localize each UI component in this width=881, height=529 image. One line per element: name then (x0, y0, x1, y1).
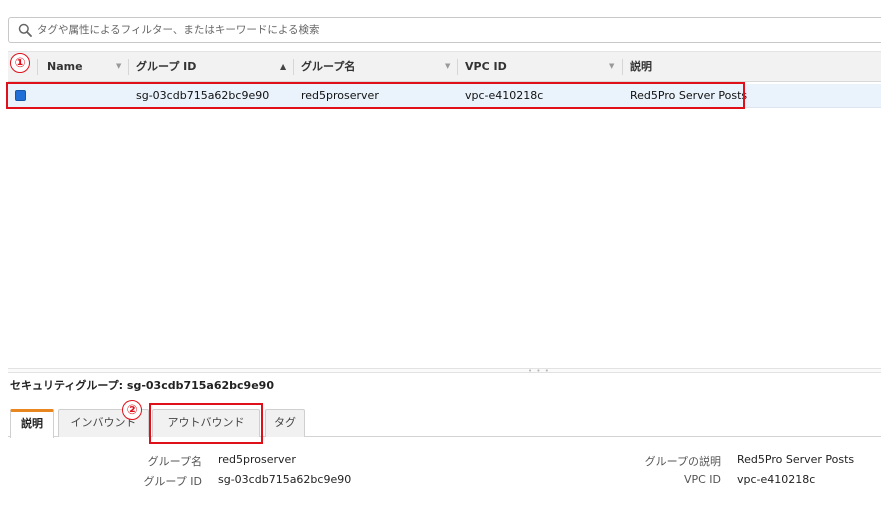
detail-label-group-id: グループ ID (143, 475, 202, 488)
sort-asc-icon[interactable]: ▲ (280, 52, 286, 81)
column-separator (457, 59, 458, 75)
sort-desc-icon[interactable]: ▼ (116, 52, 121, 81)
column-header-group-id[interactable]: グループ ID (136, 52, 196, 81)
detail-value-group-id: sg-03cdb715a62bc9e90 (218, 473, 352, 486)
column-header-description[interactable]: 説明 (630, 52, 652, 81)
search-icon (18, 23, 32, 37)
detail-value-group-description: Red5Pro Server Posts (737, 453, 855, 466)
column-separator (622, 59, 623, 75)
detail-label-group-description: グループの説明 (644, 455, 721, 468)
column-header-vpc-id[interactable]: VPC ID (465, 52, 507, 81)
annotation-marker-2: ② (122, 400, 142, 420)
sort-desc-icon[interactable]: ▼ (445, 52, 450, 81)
column-separator (128, 59, 129, 75)
tab-tags[interactable]: タグ (265, 409, 305, 437)
annotation-highlight-outbound-tab (149, 403, 263, 444)
detail-label-group-name: グループ名 (147, 455, 202, 468)
search-input[interactable] (37, 21, 867, 39)
column-separator (293, 59, 294, 75)
detail-panel-title: セキュリティグループ: sg-03cdb715a62bc9e90 (10, 379, 274, 392)
column-separator (37, 59, 38, 75)
tab-description[interactable]: 説明 (10, 409, 54, 438)
search-bar[interactable] (8, 17, 881, 43)
column-header-name[interactable]: Name (47, 52, 83, 81)
detail-value-vpc-id: vpc-e410218c (737, 473, 816, 486)
splitter-grip-icon[interactable]: • • • (528, 367, 550, 375)
column-header-group-name[interactable]: グループ名 (301, 52, 355, 81)
sort-desc-icon[interactable]: ▼ (609, 52, 614, 81)
table-header: Name ▼ グループ ID ▲ グループ名 ▼ VPC ID ▼ 説明 (8, 51, 881, 82)
detail-label-vpc-id: VPC ID (683, 473, 721, 486)
panel-splitter[interactable]: • • • (8, 367, 881, 375)
annotation-marker-1: ① (10, 53, 30, 73)
detail-value-group-name: red5proserver (218, 453, 296, 466)
annotation-highlight-row (6, 82, 745, 109)
